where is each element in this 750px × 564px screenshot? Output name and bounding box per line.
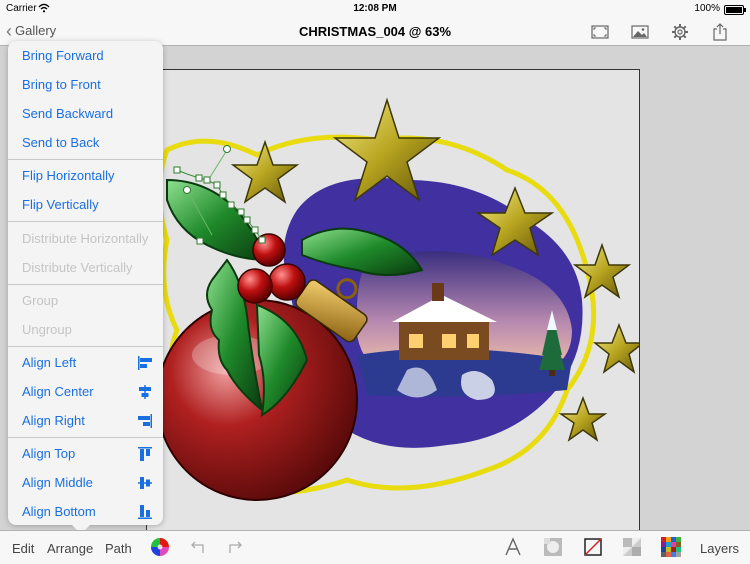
menu-item-label: Align Middle [22, 475, 93, 490]
share-icon[interactable] [700, 22, 740, 42]
menu-item-send-backward[interactable]: Send Backward [8, 99, 163, 128]
align-right-icon [138, 414, 152, 428]
menu-item-label: Bring Forward [22, 48, 104, 63]
undo-icon[interactable] [188, 536, 210, 558]
chevron-left-icon: ‹ [6, 20, 12, 41]
menu-item-flip-vertically[interactable]: Flip Vertically [8, 190, 163, 219]
fullscreen-icon[interactable] [580, 22, 620, 42]
menu-item-group: Group [8, 286, 163, 315]
menu-item-label: Bring to Front [22, 77, 101, 92]
menu-item-flip-horizontally[interactable]: Flip Horizontally [8, 161, 163, 190]
menu-divider [8, 346, 163, 347]
menu-item-send-to-back[interactable]: Send to Back [8, 128, 163, 157]
arrange-menu: Bring Forward Bring to Front Send Backwa… [8, 41, 163, 534]
menu-item-align-center[interactable]: Align Center [8, 377, 163, 406]
menu-item-align-middle[interactable]: Align Middle [8, 468, 163, 497]
menu-item-bring-to-front[interactable]: Bring to Front [8, 70, 163, 99]
menu-item-label: Flip Vertically [22, 197, 99, 212]
text-tool-icon[interactable] [502, 536, 524, 558]
clock: 12:08 PM [353, 3, 397, 14]
menu-item-align-right[interactable]: Align Right [8, 406, 163, 435]
menu-divider [8, 437, 163, 438]
mask-icon[interactable] [542, 536, 564, 558]
battery-percent: 100% [694, 3, 720, 14]
menu-divider [8, 159, 163, 160]
color-wheel-icon[interactable] [149, 536, 171, 558]
bottom-toolbar: Edit Arrange Path Layers [0, 530, 750, 564]
menu-item-label: Send Backward [22, 106, 114, 121]
align-left-icon [138, 356, 152, 370]
path-tab[interactable]: Path [105, 541, 132, 556]
align-center-icon [139, 385, 151, 399]
menu-item-label: Ungroup [22, 322, 72, 337]
christmas-artwork[interactable] [147, 70, 639, 554]
artboard[interactable] [146, 69, 640, 555]
menu-divider [8, 221, 163, 222]
swatches-icon[interactable] [660, 536, 682, 558]
menu-item-bring-forward[interactable]: Bring Forward [8, 41, 163, 70]
redo-icon[interactable] [223, 536, 245, 558]
menu-item-align-left[interactable]: Align Left [8, 348, 163, 377]
back-label: Gallery [15, 23, 57, 38]
menu-item-label: Align Right [22, 413, 85, 428]
image-icon[interactable] [620, 22, 660, 42]
menu-item-label: Flip Horizontally [22, 168, 115, 183]
back-button[interactable]: ‹ Gallery [6, 20, 57, 41]
settings-gear-icon[interactable] [660, 22, 700, 42]
menu-item-label: Group [22, 293, 59, 308]
status-bar: Carrier 12:08 PM 100% [0, 0, 750, 18]
layers-button[interactable]: Layers [700, 541, 739, 556]
menu-item-align-top[interactable]: Align Top [8, 439, 163, 468]
align-middle-icon [138, 477, 152, 489]
menu-item-label: Align Top [22, 446, 76, 461]
crop-icon[interactable] [582, 536, 604, 558]
menu-item-label: Send to Back [22, 135, 100, 150]
menu-item-label: Distribute Horizontally [22, 231, 149, 246]
arrange-tab[interactable]: Arrange [47, 541, 93, 556]
menu-item-distribute-vertically: Distribute Vertically [8, 253, 163, 282]
menu-item-ungroup: Ungroup [8, 315, 163, 344]
menu-item-label: Align Center [22, 384, 94, 399]
align-top-icon [138, 447, 152, 461]
menu-divider [8, 284, 163, 285]
menu-item-label: Distribute Vertically [22, 260, 133, 275]
menu-item-label: Align Bottom [22, 504, 96, 519]
edit-tab[interactable]: Edit [12, 541, 34, 556]
menu-item-align-bottom[interactable]: Align Bottom [8, 497, 163, 526]
align-bottom-icon [138, 505, 152, 519]
transparency-icon[interactable] [621, 536, 643, 558]
battery-icon [724, 5, 746, 15]
menu-item-distribute-horizontally: Distribute Horizontally [8, 224, 163, 253]
menu-item-label: Align Left [22, 355, 77, 370]
